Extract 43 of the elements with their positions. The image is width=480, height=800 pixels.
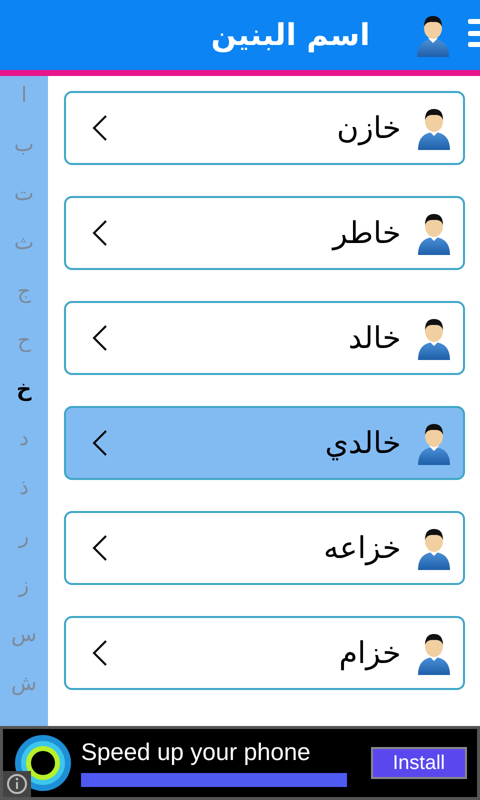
user-avatar-icon — [414, 13, 452, 57]
name-list-item[interactable]: خالدي — [64, 406, 465, 480]
index-letter[interactable]: ا — [21, 80, 27, 129]
name-list-item[interactable]: خزاعه — [64, 511, 465, 585]
index-letter[interactable]: ح — [17, 325, 31, 374]
menu-icon[interactable] — [468, 19, 480, 47]
name-label: خالد — [348, 320, 401, 358]
index-letter[interactable]: خ — [16, 374, 32, 423]
info-icon[interactable] — [3, 771, 31, 797]
index-letter[interactable]: د — [19, 423, 29, 472]
name-list-item[interactable]: خازن — [64, 91, 465, 165]
index-letter[interactable]: س — [11, 619, 37, 668]
name-label: خزام — [338, 634, 401, 672]
index-letter[interactable]: ر — [18, 521, 30, 570]
user-avatar-icon — [415, 421, 453, 465]
name-list-item[interactable]: خاطر — [64, 196, 465, 270]
install-button[interactable]: Install — [370, 747, 467, 779]
app-title: اسم البنين — [210, 16, 370, 54]
index-letter[interactable]: ش — [11, 668, 37, 717]
name-label: خاطر — [332, 214, 401, 252]
name-label: خازن — [336, 110, 401, 148]
index-letter[interactable]: ذ — [19, 472, 29, 521]
chevron-left-icon — [92, 114, 108, 142]
name-list-item[interactable]: خالد — [64, 301, 465, 375]
name-label: خالدي — [324, 424, 401, 462]
name-list-item[interactable]: خزام — [64, 616, 465, 690]
index-letter[interactable]: ب — [14, 129, 34, 178]
chevron-left-icon — [92, 429, 108, 457]
ad-headline: Speed up your phone — [81, 739, 312, 767]
chevron-left-icon — [92, 534, 108, 562]
index-letter[interactable]: ج — [17, 276, 31, 325]
user-avatar-icon — [415, 526, 453, 570]
user-avatar-icon — [415, 316, 453, 360]
index-letter[interactable]: ت — [14, 178, 34, 227]
index-letter[interactable]: ث — [14, 227, 34, 276]
chevron-left-icon — [92, 219, 108, 247]
user-avatar-icon — [415, 106, 453, 150]
chevron-left-icon — [92, 639, 108, 667]
name-label: خزاعه — [324, 530, 401, 568]
chevron-left-icon — [92, 324, 108, 352]
user-avatar-icon — [415, 631, 453, 675]
user-avatar-icon — [415, 211, 453, 255]
index-letter[interactable]: ز — [18, 570, 30, 619]
